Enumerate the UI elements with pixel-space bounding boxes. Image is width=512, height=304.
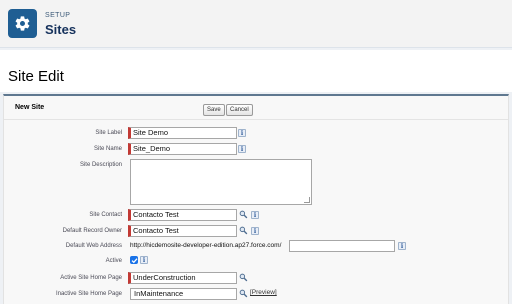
info-icon[interactable]: i xyxy=(238,145,246,153)
page-title-band xyxy=(0,50,512,92)
site-name-input[interactable]: Site_Demo xyxy=(128,143,237,155)
site-name-label: Site Name xyxy=(93,146,122,152)
web-address-input[interactable] xyxy=(289,240,395,252)
setup-header: SETUP Sites xyxy=(0,0,512,48)
lookup-icon[interactable] xyxy=(239,226,248,235)
check-icon xyxy=(131,257,137,263)
lookup-icon[interactable] xyxy=(239,273,248,282)
info-icon[interactable]: i xyxy=(140,256,148,264)
inactive-home-page-input[interactable]: InMaintenance xyxy=(130,288,237,300)
active-home-page-label: Active Site Home Page xyxy=(60,275,122,281)
lookup-icon[interactable] xyxy=(239,210,248,219)
save-button[interactable]: Save xyxy=(203,104,225,116)
info-icon[interactable]: i xyxy=(238,129,246,137)
site-label-label: Site Label xyxy=(95,130,122,136)
info-icon[interactable]: i xyxy=(251,227,259,235)
preview-link[interactable]: [Preview] xyxy=(250,289,277,296)
gear-icon xyxy=(8,9,37,38)
inactive-home-page-label: Inactive Site Home Page xyxy=(55,291,122,297)
cancel-button[interactable]: Cancel xyxy=(226,104,253,116)
default-record-owner-input[interactable]: Contacto Test xyxy=(128,225,237,237)
site-description-label: Site Description xyxy=(79,162,122,168)
setup-kicker: SETUP xyxy=(45,12,71,19)
setup-title: Sites xyxy=(45,22,77,37)
site-contact-input[interactable]: Contacto Test xyxy=(128,209,237,221)
site-description-textarea[interactable] xyxy=(130,159,312,205)
lookup-icon[interactable] xyxy=(239,289,248,298)
panel-header: New Site Save Cancel xyxy=(4,96,508,120)
active-home-page-input[interactable]: UnderConstruction xyxy=(128,272,237,284)
info-icon[interactable]: i xyxy=(251,211,259,219)
active-checkbox[interactable] xyxy=(130,256,138,264)
web-address-prefix: http://hicdemosite-developer-edition.ap2… xyxy=(130,242,282,249)
default-web-address-label: Default Web Address xyxy=(65,243,122,249)
page-title: Site Edit xyxy=(8,68,64,85)
info-icon[interactable]: i xyxy=(398,242,406,250)
site-label-input[interactable]: Site Demo xyxy=(128,127,237,139)
site-contact-label: Site Contact xyxy=(89,212,122,218)
active-label: Active xyxy=(105,258,122,264)
panel-title: New Site xyxy=(15,104,45,111)
site-edit-panel: New Site Save Cancel Site Label Site Dem… xyxy=(3,94,509,304)
default-record-owner-label: Default Record Owner xyxy=(62,228,122,234)
